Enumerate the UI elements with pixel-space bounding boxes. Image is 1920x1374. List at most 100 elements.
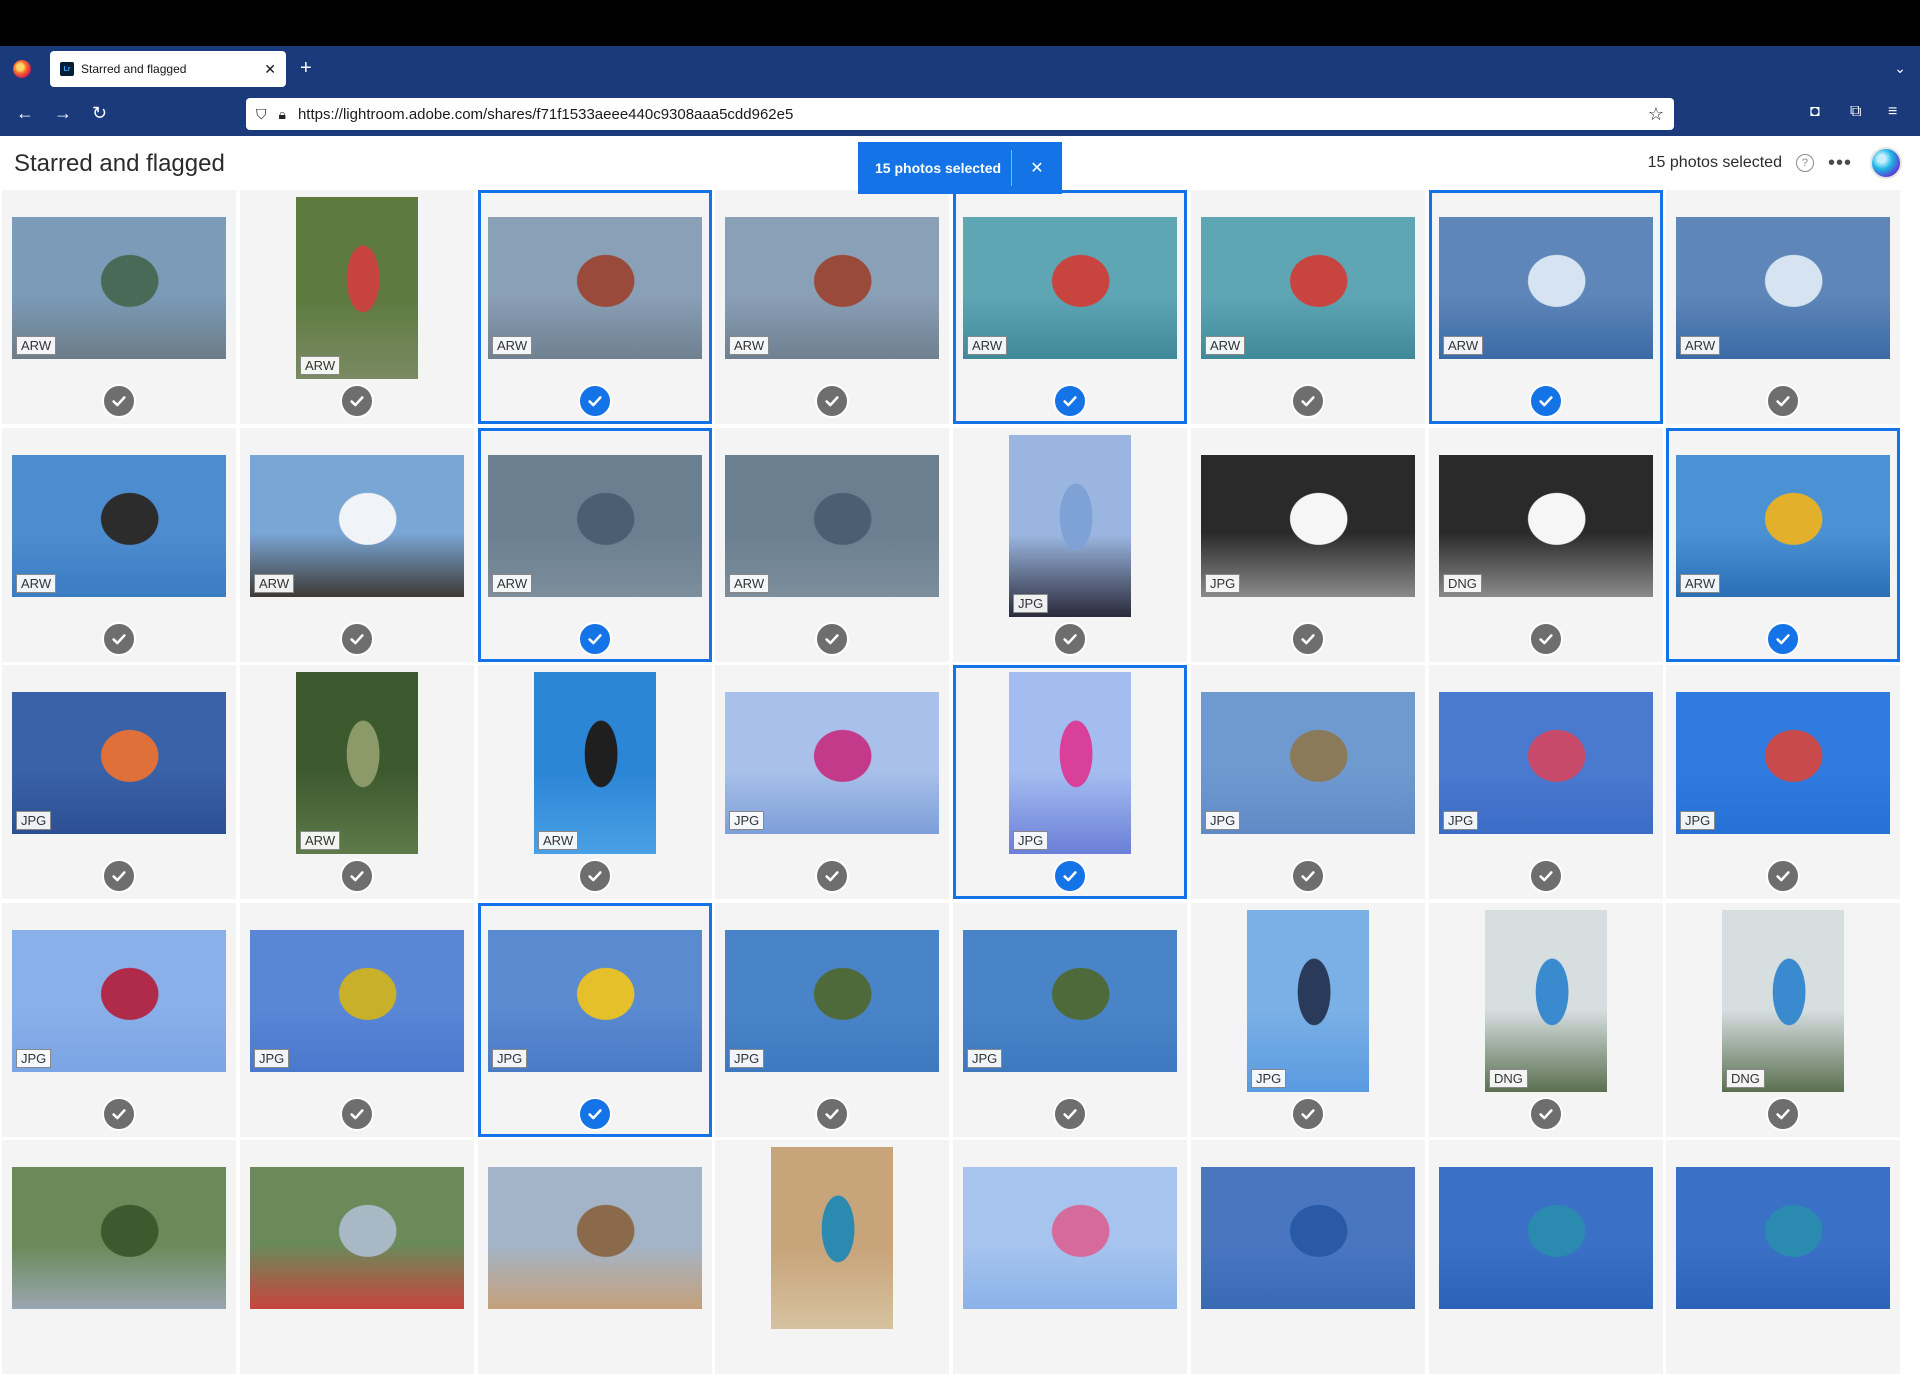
select-checkmark-icon[interactable] [815, 622, 849, 656]
photo-cell[interactable]: ARW [478, 190, 712, 424]
clear-selection-icon[interactable]: ✕ [1012, 158, 1062, 178]
photo-thumbnail[interactable]: JPG [1439, 692, 1653, 834]
photo-cell[interactable] [1191, 1140, 1425, 1374]
firefox-logo-icon[interactable] [13, 60, 31, 78]
help-icon[interactable]: ? [1795, 154, 1814, 172]
photo-thumbnail[interactable]: ARW [250, 455, 464, 597]
select-checkmark-icon[interactable] [102, 622, 136, 656]
photo-cell[interactable]: JPG [715, 665, 949, 899]
photo-thumbnail[interactable]: ARW [1201, 217, 1415, 359]
menu-icon[interactable]: ≡ [1888, 103, 1897, 121]
select-checkmark-icon[interactable] [1529, 384, 1563, 418]
photo-thumbnail[interactable]: JPG [1201, 455, 1415, 597]
photo-thumbnail[interactable]: ARW [1676, 455, 1890, 597]
photo-thumbnail[interactable]: JPG [250, 930, 464, 1072]
list-all-tabs-icon[interactable]: ⌄ [1894, 60, 1906, 77]
photo-thumbnail[interactable]: JPG [725, 930, 939, 1072]
photo-thumbnail[interactable]: ARW [296, 197, 418, 379]
photo-cell[interactable]: JPG [478, 903, 712, 1137]
select-checkmark-icon[interactable] [815, 1097, 849, 1131]
photo-thumbnail[interactable]: JPG [1247, 910, 1369, 1092]
photo-cell[interactable]: ARW [2, 190, 236, 424]
avatar[interactable] [1870, 147, 1902, 179]
photo-thumbnail[interactable] [771, 1147, 893, 1329]
select-checkmark-icon[interactable] [1291, 384, 1325, 418]
extensions-icon[interactable]: ⧉ [1850, 103, 1861, 121]
photo-thumbnail[interactable]: DNG [1439, 455, 1653, 597]
photo-cell[interactable]: ARW [478, 665, 712, 899]
select-checkmark-icon[interactable] [1529, 1097, 1563, 1131]
select-checkmark-icon[interactable] [815, 384, 849, 418]
photo-cell[interactable]: ARW [240, 428, 474, 662]
photo-cell[interactable]: ARW [240, 665, 474, 899]
photo-thumbnail[interactable]: JPG [725, 692, 939, 834]
photo-cell[interactable] [715, 1140, 949, 1374]
select-checkmark-icon[interactable] [578, 622, 612, 656]
select-checkmark-icon[interactable] [102, 859, 136, 893]
select-checkmark-icon[interactable] [578, 1097, 612, 1131]
photo-thumbnail[interactable] [1439, 1167, 1653, 1309]
photo-cell[interactable] [478, 1140, 712, 1374]
photo-cell[interactable]: JPG [1191, 903, 1425, 1137]
photo-cell[interactable]: JPG [953, 903, 1187, 1137]
photo-cell[interactable] [1429, 1140, 1663, 1374]
select-checkmark-icon[interactable] [1766, 859, 1800, 893]
photo-cell[interactable]: JPG [1666, 665, 1900, 899]
photo-cell[interactable]: ARW [953, 190, 1187, 424]
photo-cell[interactable]: JPG [1191, 428, 1425, 662]
photo-thumbnail[interactable]: JPG [1009, 435, 1131, 617]
new-tab-icon[interactable]: + [300, 58, 312, 78]
photo-thumbnail[interactable]: ARW [963, 217, 1177, 359]
select-checkmark-icon[interactable] [102, 1097, 136, 1131]
select-checkmark-icon[interactable] [578, 384, 612, 418]
select-checkmark-icon[interactable] [340, 384, 374, 418]
photo-cell[interactable]: JPG [953, 665, 1187, 899]
photo-thumbnail[interactable] [250, 1167, 464, 1309]
close-tab-icon[interactable]: ✕ [264, 61, 276, 78]
photo-cell[interactable]: ARW [1666, 190, 1900, 424]
select-checkmark-icon[interactable] [1053, 1097, 1087, 1131]
photo-cell[interactable]: DNG [1429, 428, 1663, 662]
select-checkmark-icon[interactable] [815, 859, 849, 893]
photo-cell[interactable]: ARW [715, 428, 949, 662]
select-checkmark-icon[interactable] [340, 859, 374, 893]
photo-cell[interactable]: ARW [715, 190, 949, 424]
photo-cell[interactable] [2, 1140, 236, 1374]
photo-thumbnail[interactable]: ARW [12, 217, 226, 359]
select-checkmark-icon[interactable] [1529, 622, 1563, 656]
reload-icon[interactable]: ↻ [92, 103, 107, 123]
back-icon[interactable]: ← [16, 103, 34, 123]
photo-thumbnail[interactable]: ARW [534, 672, 656, 854]
select-checkmark-icon[interactable] [1529, 859, 1563, 893]
photo-thumbnail[interactable]: ARW [12, 455, 226, 597]
photo-thumbnail[interactable]: JPG [1009, 672, 1131, 854]
photo-cell[interactable]: ARW [1191, 190, 1425, 424]
browser-tab-active[interactable]: Lr Starred and flagged ✕ [50, 51, 286, 87]
photo-thumbnail[interactable]: ARW [488, 217, 702, 359]
select-checkmark-icon[interactable] [1291, 1097, 1325, 1131]
photo-cell[interactable] [240, 1140, 474, 1374]
url-bar[interactable]: ⛉ 🔒︎ https://lightroom.adobe.com/shares/… [246, 98, 1674, 130]
lock-icon[interactable]: 🔒︎ [279, 106, 286, 123]
photo-cell[interactable]: ARW [1666, 428, 1900, 662]
select-checkmark-icon[interactable] [102, 384, 136, 418]
photo-cell[interactable]: JPG [2, 665, 236, 899]
select-checkmark-icon[interactable] [1053, 384, 1087, 418]
photo-cell[interactable]: JPG [240, 903, 474, 1137]
shield-icon[interactable]: ⛉ [256, 106, 267, 123]
select-checkmark-icon[interactable] [1053, 622, 1087, 656]
photo-cell[interactable]: ARW [2, 428, 236, 662]
select-checkmark-icon[interactable] [1291, 622, 1325, 656]
photo-cell[interactable]: ARW [1429, 190, 1663, 424]
photo-thumbnail[interactable]: JPG [12, 692, 226, 834]
photo-cell[interactable]: JPG [1429, 665, 1663, 899]
select-checkmark-icon[interactable] [1291, 859, 1325, 893]
select-checkmark-icon[interactable] [1766, 622, 1800, 656]
photo-thumbnail[interactable] [963, 1167, 1177, 1309]
select-checkmark-icon[interactable] [1766, 384, 1800, 418]
photo-cell[interactable] [953, 1140, 1187, 1374]
photo-thumbnail[interactable]: ARW [725, 217, 939, 359]
photo-thumbnail[interactable]: JPG [963, 930, 1177, 1072]
bookmark-star-icon[interactable]: ☆ [1648, 104, 1664, 125]
select-checkmark-icon[interactable] [1053, 859, 1087, 893]
